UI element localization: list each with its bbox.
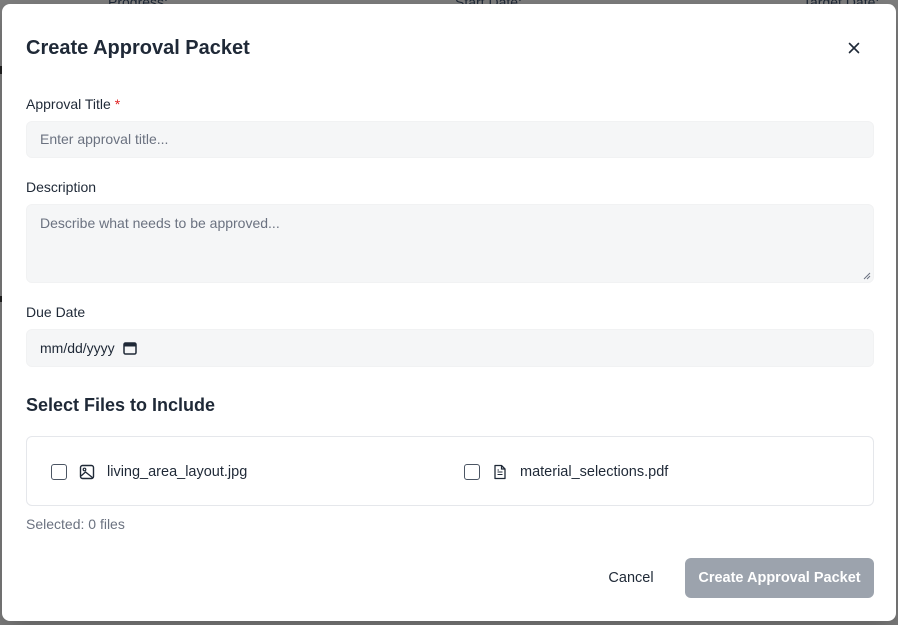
file-checkbox[interactable] (464, 464, 480, 480)
create-approval-packet-dialog: Create Approval Packet Approval Title * … (2, 4, 896, 621)
create-approval-packet-button[interactable]: Create Approval Packet (685, 558, 874, 598)
image-icon (79, 464, 95, 480)
selected-files-count: Selected: 0 files (26, 516, 125, 532)
description-placeholder: Describe what needs to be approved... (40, 215, 280, 231)
close-button[interactable] (840, 36, 868, 60)
approval-title-label: Approval Title * (26, 95, 120, 113)
dialog-title: Create Approval Packet (26, 37, 250, 59)
file-checkbox[interactable] (51, 464, 67, 480)
calendar-icon[interactable] (122, 341, 137, 355)
file-item[interactable]: living_area_layout.jpg (51, 461, 247, 483)
due-date-input[interactable]: mm/dd/yyyy (26, 329, 874, 367)
approval-title-placeholder: Enter approval title... (40, 131, 169, 147)
resize-handle-icon[interactable] (863, 272, 871, 280)
due-date-label: Due Date (26, 304, 86, 320)
description-textarea[interactable]: Describe what needs to be approved... (26, 204, 874, 283)
document-icon (492, 464, 508, 480)
close-icon (848, 42, 860, 54)
files-section-title: Select Files to Include (26, 395, 216, 415)
file-item[interactable]: material_selections.pdf (464, 461, 668, 483)
description-label: Description (26, 179, 97, 195)
cancel-button[interactable]: Cancel (598, 558, 664, 598)
required-marker: * (114, 96, 121, 112)
file-name: living_area_layout.jpg (107, 464, 248, 480)
files-list: living_area_layout.jpg material_selectio… (26, 436, 874, 506)
approval-title-label-text: Approval Title (26, 96, 111, 112)
due-date-value: mm/dd/yyyy (40, 340, 115, 356)
approval-title-input[interactable]: Enter approval title... (26, 121, 874, 158)
file-name: material_selections.pdf (520, 464, 669, 480)
